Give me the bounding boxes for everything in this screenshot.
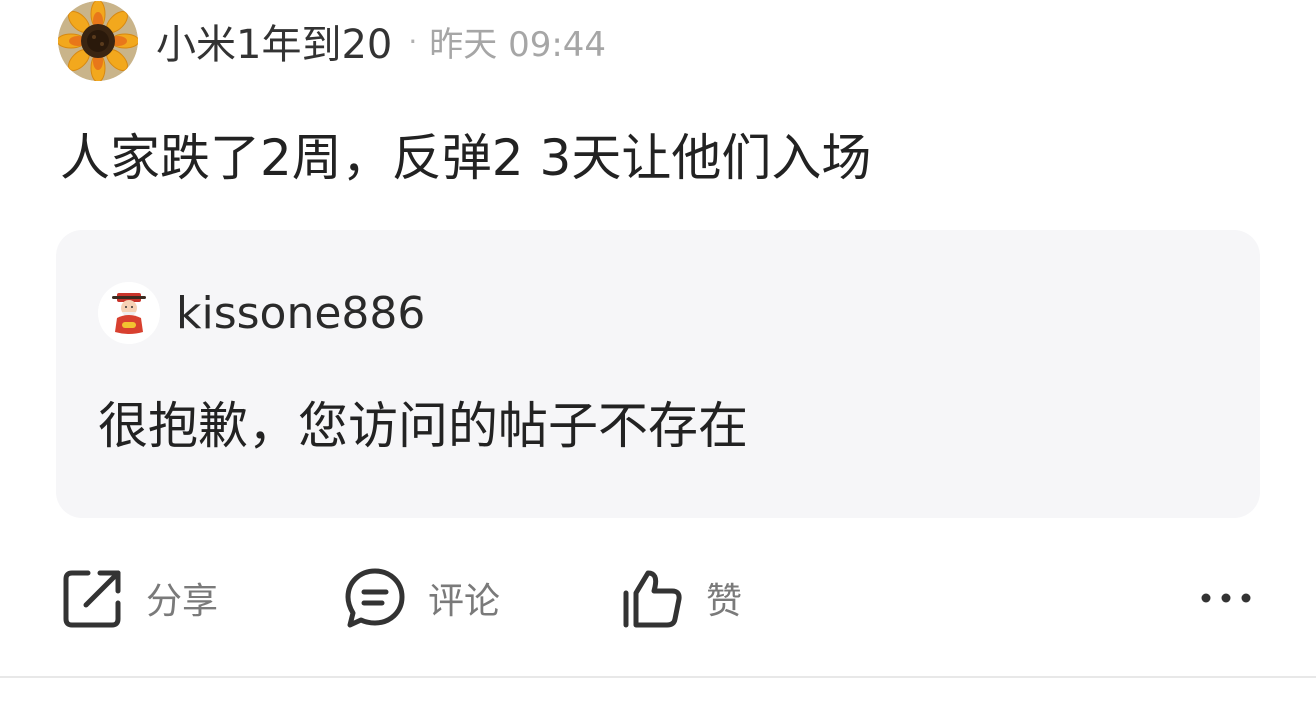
post-content: 人家跌了2周，反弹2 3天让他们入场 xyxy=(60,129,872,187)
more-button[interactable] xyxy=(1200,560,1252,636)
quoted-post[interactable]: kissone886 很抱歉，您访问的帖子不存在 xyxy=(56,230,1260,518)
share-icon xyxy=(63,570,121,628)
post-card: 小米1年到20 · 昨天 09:44 人家跌了2周，反弹2 3天让他们入场 ki xyxy=(0,0,1316,702)
fortune-god-avatar-image xyxy=(98,282,160,344)
quoted-author-name[interactable]: kissone886 xyxy=(176,288,425,339)
comment-icon xyxy=(345,568,405,628)
share-button[interactable]: 分享 xyxy=(62,560,218,636)
like-button[interactable]: 赞 xyxy=(622,560,742,636)
sunflower-avatar-image xyxy=(58,1,138,81)
more-dots-icon xyxy=(1201,593,1251,603)
quoted-post-text: 很抱歉，您访问的帖子不存在 xyxy=(98,397,748,455)
thumbs-up-icon xyxy=(623,570,682,628)
quoted-author-avatar[interactable] xyxy=(98,282,160,344)
quoted-post-header: kissone886 xyxy=(98,282,425,344)
author-avatar[interactable] xyxy=(58,1,138,81)
action-bar: 分享 评论 赞 xyxy=(0,560,1316,636)
author-name[interactable]: 小米1年到20 xyxy=(156,12,392,70)
comment-label: 评论 xyxy=(428,581,501,622)
share-label: 分享 xyxy=(146,581,219,622)
bottom-divider xyxy=(0,676,1316,678)
post-header: 小米1年到20 · 昨天 09:44 xyxy=(58,0,606,82)
comment-button[interactable]: 评论 xyxy=(344,560,500,636)
post-timestamp: 昨天 09:44 xyxy=(429,24,607,65)
meta-separator: · xyxy=(408,24,418,58)
like-label: 赞 xyxy=(706,581,743,622)
